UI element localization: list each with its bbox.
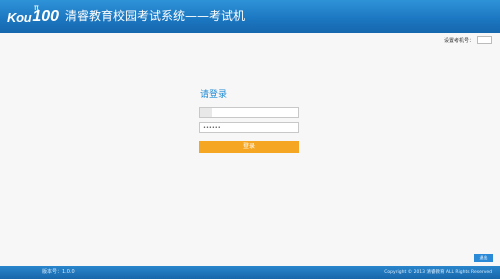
- machine-id-input[interactable]: [477, 36, 492, 44]
- password-input[interactable]: [199, 122, 299, 133]
- machine-id-label: 设置考机号：: [443, 37, 474, 44]
- app-title: 清睿教育校园考试系统——考试机: [65, 9, 246, 23]
- login-button[interactable]: 登录: [199, 141, 299, 153]
- machine-id-setting: 设置考机号：: [444, 36, 492, 44]
- login-title: 请登录: [200, 90, 228, 100]
- login-panel: 请登录 登录: [199, 89, 299, 153]
- footer-bar: 版本号：1.0.0 Copyright © 2013 清睿教育 ALL Righ…: [0, 266, 500, 279]
- exit-button[interactable]: 退出: [474, 254, 493, 262]
- logo-mark: π: [34, 3, 39, 12]
- username-input[interactable]: [199, 107, 299, 118]
- version-text: 版本号：1.0.0: [42, 269, 75, 275]
- logo-text: Kou: [7, 10, 32, 25]
- kouyu100-logo: Kou 100 π: [7, 3, 59, 27]
- copyright-text: Copyright © 2013 清睿教育 ALL Rights Reserve…: [384, 270, 492, 275]
- top-header-bar: Kou 100 π 清睿教育校园考试系统——考试机: [0, 0, 500, 33]
